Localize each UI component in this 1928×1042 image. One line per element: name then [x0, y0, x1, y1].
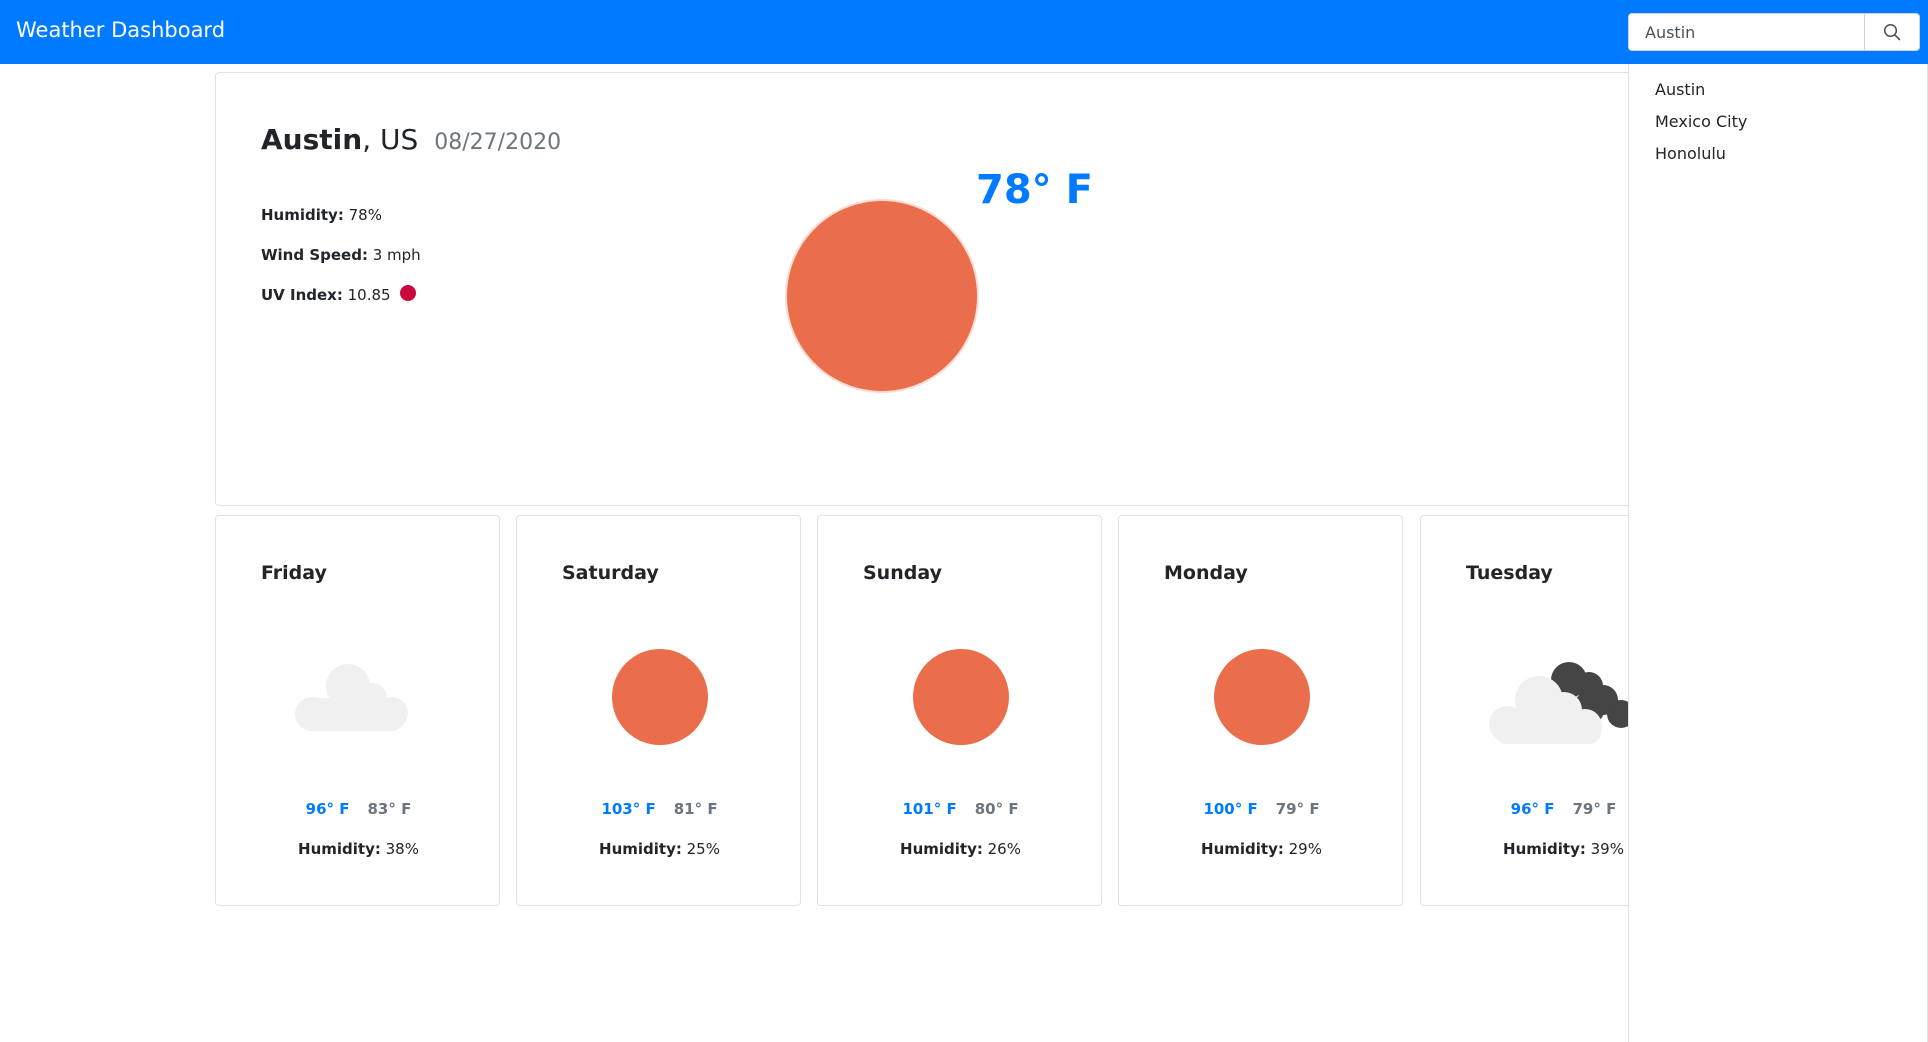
forecast-temps: 96° F 83° F	[216, 800, 501, 818]
search-history-panel: Austin Mexico City Honolulu	[1628, 64, 1928, 1042]
humidity-label: Humidity:	[1503, 840, 1586, 858]
humidity-value: 39%	[1590, 840, 1624, 858]
forecast-day: Friday	[261, 562, 327, 584]
wind-speed-label: Wind Speed:	[261, 246, 368, 264]
forecast-card-monday: Monday 100° F 79° F Humidity: 29%	[1118, 515, 1403, 906]
forecast-card-tuesday: Tuesday 96° F 79° F Humidity: 39%	[1420, 515, 1628, 906]
humidity-value: 38%	[385, 840, 419, 858]
forecast-humidity: Humidity: 25%	[517, 840, 802, 858]
low-temp: 79° F	[1572, 800, 1617, 818]
city-name: Austin	[261, 123, 363, 156]
uv-index-label: UV Index:	[261, 286, 343, 304]
sun-icon	[787, 201, 977, 391]
current-temperature: 78° F	[976, 167, 1093, 213]
forecast-card-saturday: Saturday 103° F 81° F Humidity: 25%	[516, 515, 801, 906]
uv-index-stat: UV Index: 10.85	[261, 285, 417, 304]
humidity-stat: Humidity: 78%	[261, 206, 382, 224]
forecast-humidity: Humidity: 38%	[216, 840, 501, 858]
humidity-label: Humidity:	[261, 206, 344, 224]
history-item-mexico-city[interactable]: Mexico City	[1655, 112, 1747, 131]
forecast-humidity: Humidity: 29%	[1119, 840, 1404, 858]
forecast-day: Sunday	[863, 562, 942, 584]
search-group	[1628, 13, 1920, 51]
sun-icon	[913, 649, 1009, 745]
city-heading: Austin , US 08/27/2020	[261, 123, 561, 156]
cloud-icon	[216, 646, 501, 756]
high-temp: 100° F	[1203, 800, 1258, 818]
search-input[interactable]	[1628, 13, 1864, 51]
low-temp: 81° F	[673, 800, 718, 818]
humidity-label: Humidity:	[599, 840, 682, 858]
forecast-card-friday: Friday 96° F 83° F Humidity: 38%	[215, 515, 500, 906]
main-content: Austin , US 08/27/2020 Humidity: 78% Win…	[215, 72, 1628, 972]
forecast-day: Saturday	[562, 562, 659, 584]
current-date: 08/27/2020	[434, 130, 562, 155]
humidity-value: 26%	[987, 840, 1021, 858]
forecast-humidity: Humidity: 26%	[818, 840, 1103, 858]
cloudy-icon	[1421, 646, 1628, 756]
forecast-temps: 100° F 79° F	[1119, 800, 1404, 818]
humidity-value: 25%	[686, 840, 720, 858]
forecast-card-sunday: Sunday 101° F 80° F Humidity: 26%	[817, 515, 1102, 906]
humidity-value: 78%	[348, 206, 382, 224]
humidity-label: Humidity:	[298, 840, 381, 858]
high-temp: 103° F	[601, 800, 656, 818]
forecast-temps: 101° F 80° F	[818, 800, 1103, 818]
humidity-label: Humidity:	[900, 840, 983, 858]
sun-icon	[612, 649, 708, 745]
country-code: , US	[362, 123, 419, 156]
humidity-value: 29%	[1288, 840, 1322, 858]
forecast-day: Tuesday	[1466, 562, 1553, 584]
app-title[interactable]: Weather Dashboard	[16, 17, 225, 43]
forecast-temps: 103° F 81° F	[517, 800, 802, 818]
humidity-label: Humidity:	[1201, 840, 1284, 858]
history-item-honolulu[interactable]: Honolulu	[1655, 144, 1726, 163]
search-icon	[1883, 23, 1901, 41]
search-button[interactable]	[1864, 13, 1920, 51]
wind-speed-stat: Wind Speed: 3 mph	[261, 246, 421, 264]
forecast-temps: 96° F 79° F	[1421, 800, 1628, 818]
high-temp: 96° F	[1510, 800, 1555, 818]
navbar: Weather Dashboard	[0, 0, 1928, 64]
sun-icon	[1214, 649, 1310, 745]
history-item-austin[interactable]: Austin	[1655, 80, 1705, 99]
uv-index-value: 10.85	[347, 286, 391, 304]
uv-indicator-icon	[400, 285, 417, 301]
low-temp: 80° F	[974, 800, 1019, 818]
low-temp: 83° F	[367, 800, 412, 818]
high-temp: 101° F	[902, 800, 957, 818]
wind-speed-value: 3 mph	[372, 246, 421, 264]
forecast-humidity: Humidity: 39%	[1421, 840, 1628, 858]
low-temp: 79° F	[1275, 800, 1320, 818]
forecast-day: Monday	[1164, 562, 1248, 584]
high-temp: 96° F	[305, 800, 350, 818]
current-weather-card: Austin , US 08/27/2020 Humidity: 78% Win…	[215, 72, 1628, 506]
